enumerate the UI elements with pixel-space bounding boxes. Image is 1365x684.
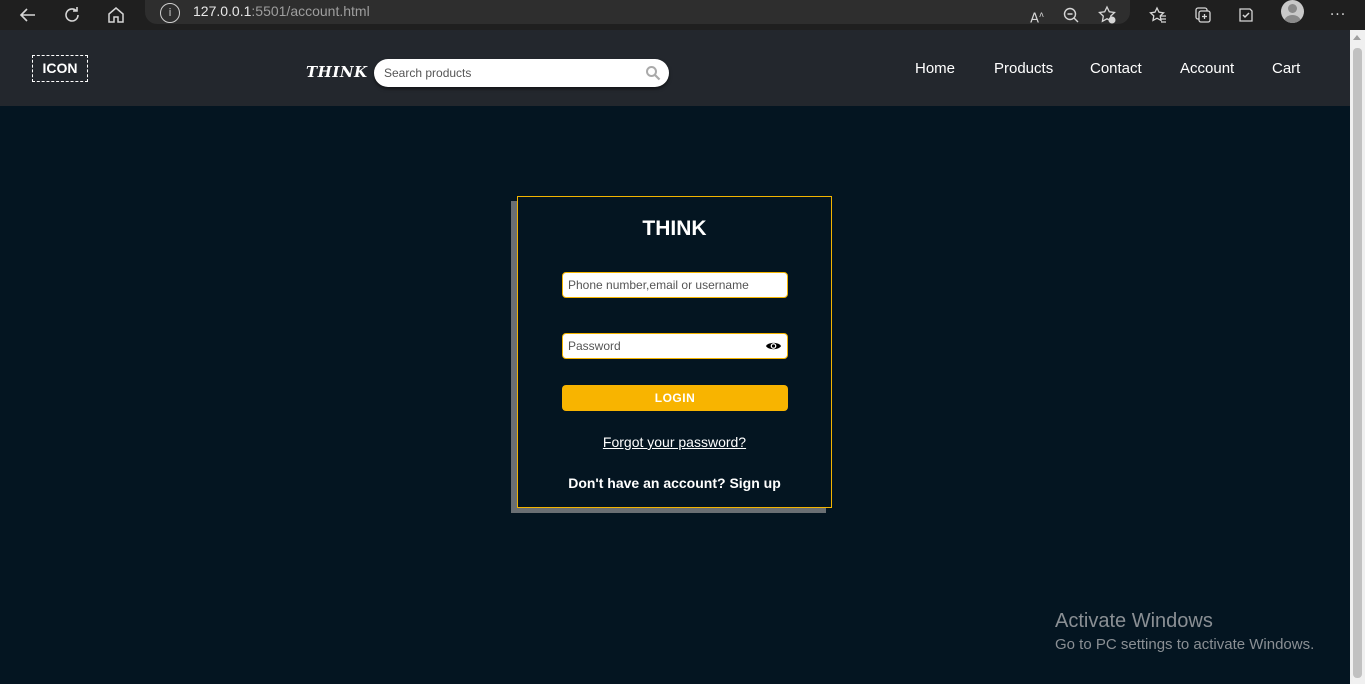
login-title: THINK bbox=[642, 217, 707, 240]
scroll-thumb[interactable] bbox=[1353, 48, 1362, 678]
url-host: 127.0.0.1 bbox=[193, 3, 252, 19]
login-card: THINK LOGIN Forgot your password? Don't … bbox=[517, 196, 832, 508]
reload-icon[interactable] bbox=[60, 3, 84, 27]
nav-cart[interactable]: Cart bbox=[1272, 60, 1300, 77]
forgot-password-link[interactable]: Forgot your password? bbox=[518, 434, 831, 450]
url-path: :5501/account.html bbox=[251, 3, 370, 19]
home-icon[interactable] bbox=[104, 3, 128, 27]
search-bar bbox=[374, 59, 669, 87]
browser-essentials-icon[interactable] bbox=[1234, 3, 1258, 27]
more-icon[interactable]: ··· bbox=[1326, 3, 1350, 27]
search-input[interactable] bbox=[384, 64, 634, 82]
profile-icon[interactable] bbox=[1281, 0, 1304, 23]
password-input[interactable] bbox=[568, 338, 764, 354]
watermark-subtitle: Go to PC settings to activate Windows. bbox=[1055, 636, 1315, 653]
login-button[interactable]: LOGIN bbox=[562, 385, 788, 411]
site-logo[interactable]: ICON bbox=[32, 55, 88, 82]
nav-products[interactable]: Products bbox=[994, 60, 1053, 77]
brand-name: THINK bbox=[306, 63, 368, 81]
activate-windows-watermark: Activate Windows Go to PC settings to ac… bbox=[1055, 610, 1314, 653]
read-aloud-icon[interactable]: Aʌ bbox=[1025, 3, 1049, 27]
add-favorite-icon[interactable] bbox=[1095, 3, 1119, 27]
search-icon[interactable] bbox=[645, 65, 661, 81]
site-info-icon[interactable]: i bbox=[160, 3, 180, 23]
scroll-up-arrow-icon[interactable] bbox=[1353, 35, 1361, 40]
signup-prompt[interactable]: Don't have an account? Sign up bbox=[518, 475, 831, 491]
nav-home[interactable]: Home bbox=[915, 60, 955, 77]
page-scrollbar[interactable] bbox=[1350, 30, 1365, 684]
password-field bbox=[562, 333, 788, 359]
browser-toolbar: i 127.0.0.1:5501/account.html Aʌ ··· bbox=[0, 0, 1365, 30]
site-header: ICON THINK Home Products Contact Account… bbox=[0, 30, 1350, 106]
username-input[interactable] bbox=[568, 277, 764, 293]
nav-account[interactable]: Account bbox=[1180, 60, 1234, 77]
favorites-icon[interactable] bbox=[1146, 3, 1170, 27]
address-url[interactable]: 127.0.0.1:5501/account.html bbox=[193, 3, 370, 19]
nav-contact[interactable]: Contact bbox=[1090, 60, 1142, 77]
watermark-title: Activate Windows bbox=[1055, 610, 1213, 632]
collections-icon[interactable] bbox=[1191, 3, 1215, 27]
username-field bbox=[562, 272, 788, 298]
back-icon[interactable] bbox=[16, 3, 40, 27]
eye-icon[interactable] bbox=[765, 339, 782, 353]
zoom-out-icon[interactable] bbox=[1059, 3, 1083, 27]
